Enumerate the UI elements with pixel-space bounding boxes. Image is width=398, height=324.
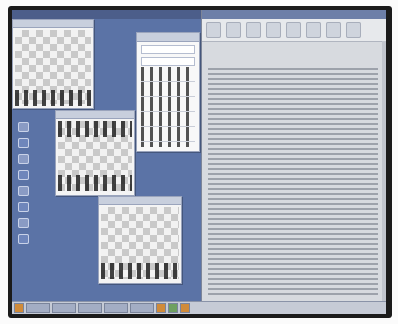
- toolbar-button[interactable]: [206, 22, 221, 38]
- window-titlebar[interactable]: [99, 197, 181, 205]
- chess-pieces[interactable]: [15, 90, 91, 106]
- app-icon[interactable]: [156, 303, 166, 313]
- start-button[interactable]: [14, 303, 24, 313]
- app-icon[interactable]: [180, 303, 190, 313]
- window-titlebar[interactable]: [202, 10, 386, 19]
- chess-window-2[interactable]: [55, 110, 135, 196]
- taskbar-button[interactable]: [52, 303, 76, 313]
- taskbar-button[interactable]: [26, 303, 50, 313]
- toolbar-button[interactable]: [306, 22, 321, 38]
- window-titlebar[interactable]: [56, 111, 134, 119]
- chess-window-3[interactable]: [98, 196, 182, 284]
- input-field[interactable]: [141, 57, 195, 66]
- input-field[interactable]: [141, 45, 195, 54]
- desktop-icon[interactable]: [18, 218, 29, 228]
- window-titlebar[interactable]: [13, 20, 93, 28]
- taskbar-button[interactable]: [104, 303, 128, 313]
- chess-pieces[interactable]: [58, 175, 132, 191]
- chess-pieces[interactable]: [58, 121, 132, 137]
- toolbar-button[interactable]: [346, 22, 361, 38]
- toolbar-button[interactable]: [326, 22, 341, 38]
- desktop-screen: [12, 10, 386, 314]
- chess-pieces[interactable]: [101, 263, 179, 279]
- toolbar-button[interactable]: [246, 22, 261, 38]
- desktop-icon[interactable]: [18, 202, 29, 212]
- move-list-window[interactable]: [136, 32, 200, 152]
- chess-window-1[interactable]: [12, 19, 94, 109]
- toolbar-button[interactable]: [286, 22, 301, 38]
- desktop-icon[interactable]: [18, 138, 29, 148]
- taskbar-button[interactable]: [78, 303, 102, 313]
- toolbar: [202, 19, 386, 42]
- taskbar: [12, 301, 386, 314]
- document-body-text: [208, 68, 378, 296]
- desktop-icon[interactable]: [18, 154, 29, 164]
- window-titlebar[interactable]: [137, 33, 199, 42]
- desktop-icon[interactable]: [18, 170, 29, 180]
- move-list[interactable]: [141, 67, 195, 147]
- scrollbar[interactable]: [382, 41, 386, 302]
- toolbar-button[interactable]: [266, 22, 281, 38]
- desktop-icon[interactable]: [18, 186, 29, 196]
- toolbar-button[interactable]: [226, 22, 241, 38]
- taskbar-button[interactable]: [130, 303, 154, 313]
- desktop-icon[interactable]: [18, 234, 29, 244]
- app-icon[interactable]: [168, 303, 178, 313]
- desktop-icon[interactable]: [18, 122, 29, 132]
- document-window[interactable]: [201, 10, 386, 302]
